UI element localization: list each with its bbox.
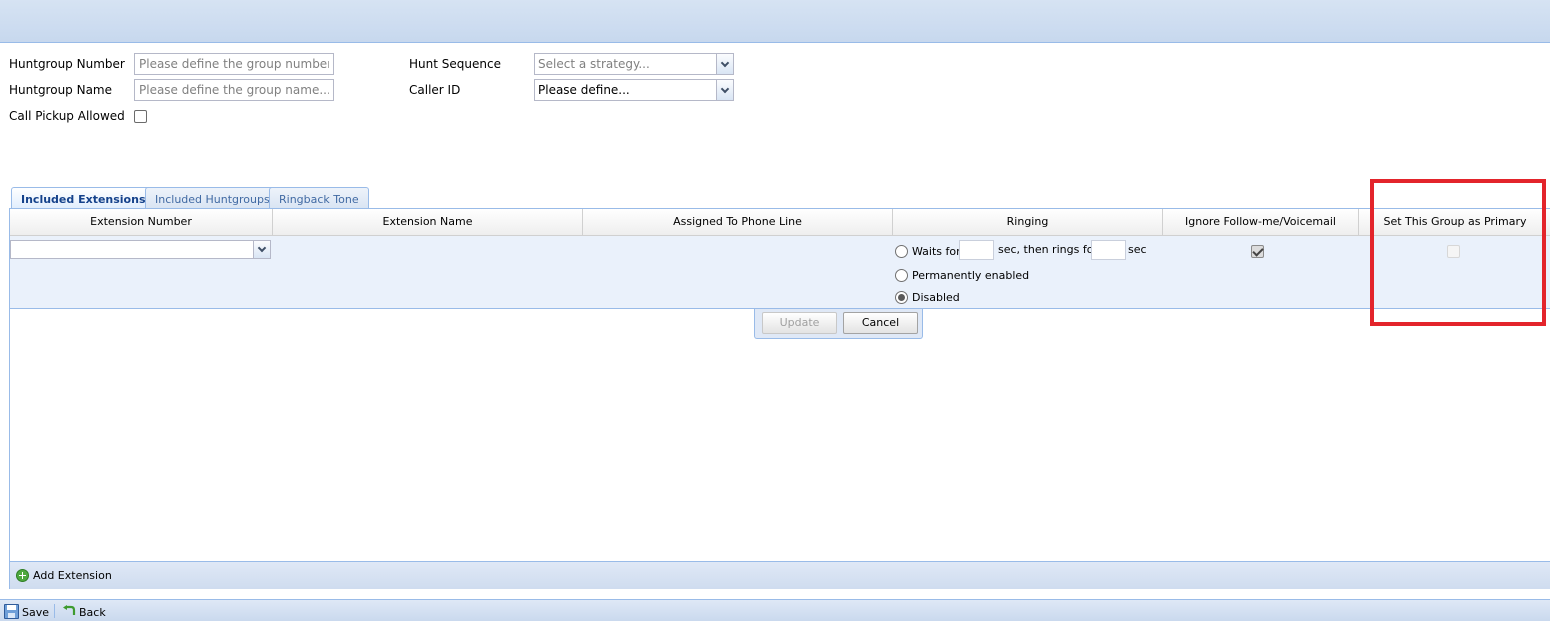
caller-id-select[interactable]: Please define... <box>534 79 734 101</box>
hunt-sequence-select[interactable]: Select a strategy... <box>534 53 734 75</box>
huntgroup-name-input[interactable] <box>134 79 334 101</box>
chevron-down-icon <box>720 58 730 67</box>
hunt-sequence-dropdown-trigger[interactable] <box>716 54 733 74</box>
caller-id-label: Caller ID <box>409 83 461 97</box>
huntgroup-name-label: Huntgroup Name <box>9 83 113 97</box>
call-pickup-checkbox[interactable] <box>134 110 147 123</box>
ringing-ring-seconds-input[interactable] <box>1091 240 1126 260</box>
ringing-disabled-label: Disabled <box>912 291 960 304</box>
ignore-followme-checkbox[interactable] <box>1251 245 1264 258</box>
caller-id-value: Please define... <box>538 83 630 97</box>
column-header-ignore-followme[interactable]: Ignore Follow-me/Voicemail <box>1163 209 1359 235</box>
add-extension-button[interactable]: Add Extension <box>33 569 112 582</box>
save-icon[interactable] <box>4 604 19 619</box>
update-button[interactable]: Update <box>762 312 837 334</box>
back-icon[interactable] <box>62 605 76 617</box>
back-button[interactable]: Back <box>79 606 106 619</box>
ringing-permanently-enabled-radio[interactable] <box>895 269 908 282</box>
ringing-wait-seconds-input[interactable] <box>959 240 994 260</box>
call-pickup-label: Call Pickup Allowed <box>9 109 125 123</box>
extension-number-dropdown-trigger[interactable] <box>253 241 270 258</box>
ringing-sec-label: sec <box>1128 243 1147 256</box>
tab-ringback-tone[interactable]: Ringback Tone <box>269 187 369 209</box>
column-header-ringing[interactable]: Ringing <box>893 209 1163 235</box>
hunt-sequence-placeholder: Select a strategy... <box>538 57 650 71</box>
ringing-waits-for-radio[interactable] <box>895 245 908 258</box>
row-editor: Waits for sec, then rings for sec Perman… <box>10 236 1550 309</box>
huntgroup-number-input[interactable] <box>134 53 334 75</box>
grid-footer-toolbar: Add Extension <box>10 561 1550 589</box>
toolbar-separator <box>54 604 55 618</box>
top-header-bar <box>0 0 1550 43</box>
ringing-disabled-radio[interactable] <box>895 291 908 304</box>
extensions-grid-panel: Extension Number Extension Name Assigned… <box>9 208 1550 589</box>
tab-included-huntgroups[interactable]: Included Huntgroups <box>145 187 280 209</box>
ringing-waits-for-label: Waits for <box>912 245 961 258</box>
chevron-down-icon <box>257 243 267 253</box>
cancel-button[interactable]: Cancel <box>843 312 918 334</box>
tab-included-extensions[interactable]: Included Extensions <box>11 187 156 210</box>
add-icon[interactable] <box>16 569 29 582</box>
column-header-extension-name[interactable]: Extension Name <box>273 209 583 235</box>
ringing-then-rings-for-label: sec, then rings for <box>998 243 1098 256</box>
column-header-extension-number[interactable]: Extension Number <box>10 209 273 235</box>
huntgroup-number-label: Huntgroup Number <box>9 57 125 71</box>
save-button[interactable]: Save <box>22 606 49 619</box>
grid-header: Extension Number Extension Name Assigned… <box>10 209 1550 236</box>
hunt-sequence-label: Hunt Sequence <box>409 57 501 71</box>
chevron-down-icon <box>720 84 730 93</box>
caller-id-dropdown-trigger[interactable] <box>716 80 733 100</box>
column-header-assigned-phone-line[interactable]: Assigned To Phone Line <box>583 209 893 235</box>
extension-number-select[interactable] <box>10 240 271 259</box>
ringing-permanently-enabled-label: Permanently enabled <box>912 269 1030 282</box>
bottom-toolbar: Save Back <box>0 599 1550 621</box>
highlight-annotation-box <box>1370 179 1546 326</box>
row-editor-buttons: Update Cancel <box>754 309 923 339</box>
